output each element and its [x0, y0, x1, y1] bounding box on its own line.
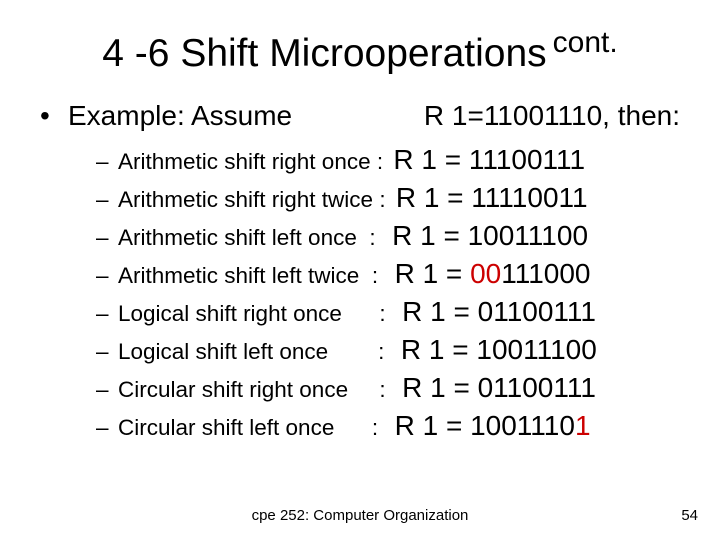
list-item: –Circular shift right once : R 1 = 01100… [96, 372, 680, 404]
dash-icon: – [96, 339, 118, 365]
list-item: –Arithmetic shift left once : R 1 = 1001… [96, 220, 680, 252]
example-prefix: Example: Assume [68, 100, 292, 132]
page-number: 54 [681, 507, 698, 524]
dash-icon: – [96, 377, 118, 403]
slide-title: 4 -6 Shift Microoperationscont. [40, 26, 680, 76]
bullet-icon: • [40, 100, 68, 132]
item-result: R 1 = 10011101 [395, 410, 591, 442]
example-text: Example: Assume R 1=11001110, then: [68, 100, 680, 132]
item-label: Arithmetic shift right twice : [118, 187, 392, 213]
dash-icon: – [96, 415, 118, 441]
item-result: R 1 = 10011100 [392, 220, 588, 252]
dash-icon: – [96, 187, 118, 213]
item-result: R 1 = 10011100 [401, 334, 597, 366]
highlight: 1 [575, 410, 591, 441]
item-label: Logical shift left once : [118, 339, 397, 365]
slide: 4 -6 Shift Microoperationscont. • Exampl… [0, 0, 720, 540]
title-main: 4 -6 Shift Microoperations [102, 32, 546, 75]
list-item: –Arithmetic shift right twice : R 1 = 11… [96, 182, 680, 214]
list-item: –Logical shift left once : R 1 = 1001110… [96, 334, 680, 366]
item-result: R 1 = 11110011 [396, 182, 588, 214]
item-label: Arithmetic shift right once : [118, 149, 389, 175]
title-sup: cont. [553, 26, 618, 59]
dash-icon: – [96, 149, 118, 175]
item-result: R 1 = 01100111 [402, 296, 596, 328]
list-item: –Arithmetic shift left twice : R 1 = 001… [96, 258, 680, 290]
dash-icon: – [96, 301, 118, 327]
dash-icon: – [96, 225, 118, 251]
item-label: Circular shift left once : [118, 415, 391, 441]
item-result: R 1 = 00111000 [395, 258, 591, 290]
item-label: Logical shift right once : [118, 301, 398, 327]
list-item: –Arithmetic shift right once : R 1 = 111… [96, 144, 680, 176]
highlight: 00 [470, 258, 501, 289]
shift-list: –Arithmetic shift right once : R 1 = 111… [40, 144, 680, 442]
example-line: • Example: Assume R 1=11001110, then: [40, 100, 680, 132]
dash-icon: – [96, 263, 118, 289]
item-result: R 1 = 11100111 [393, 144, 585, 176]
example-condition: R 1=11001110, then: [424, 100, 680, 132]
list-item: –Circular shift left once : R 1 = 100111… [96, 410, 680, 442]
footer-text: cpe 252: Computer Organization [0, 507, 720, 524]
list-item: –Logical shift right once : R 1 = 011001… [96, 296, 680, 328]
item-label: Circular shift right once : [118, 377, 398, 403]
item-label: Arithmetic shift left once : [118, 225, 388, 251]
item-label: Arithmetic shift left twice : [118, 263, 391, 289]
item-result: R 1 = 01100111 [402, 372, 596, 404]
